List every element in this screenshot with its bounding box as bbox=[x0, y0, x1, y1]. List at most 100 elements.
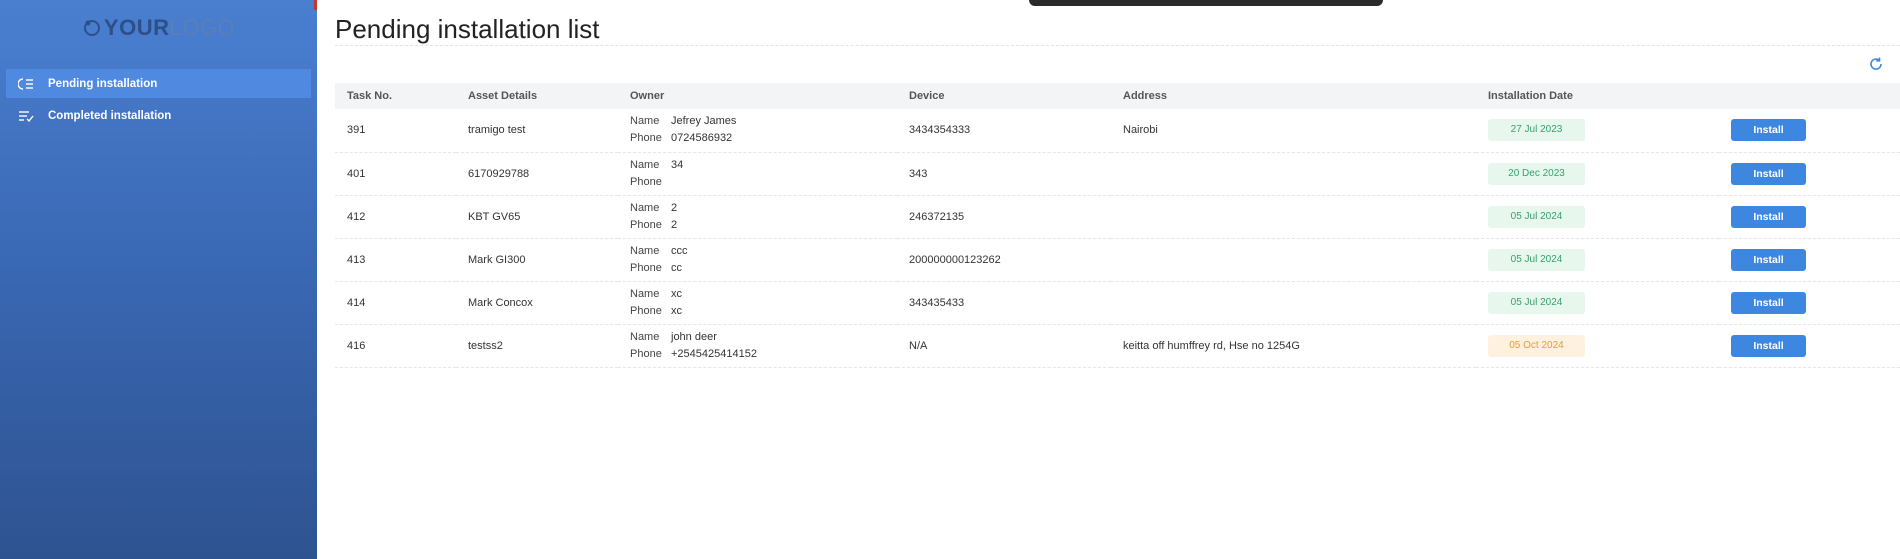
install-button[interactable]: Install bbox=[1731, 248, 1806, 271]
cell-installation-date: 05 Oct 2024 bbox=[1476, 324, 1719, 367]
install-button[interactable]: Install bbox=[1731, 291, 1806, 314]
header-address: Address bbox=[1123, 90, 1168, 102]
date-badge: 05 Jul 2024 bbox=[1488, 291, 1585, 314]
refresh-icon[interactable] bbox=[1868, 56, 1884, 72]
cell-task-no: 401 bbox=[347, 167, 366, 180]
list-pending-icon bbox=[18, 77, 34, 91]
cell-address bbox=[1111, 238, 1476, 281]
owner-phone-label: Phone bbox=[630, 347, 662, 360]
cell-installation-date: 20 Dec 2023 bbox=[1476, 152, 1719, 195]
cell-owner: Name xc Phone xc bbox=[618, 281, 897, 324]
cell-action: Install bbox=[1719, 281, 1900, 324]
cell-asset-details: testss2 bbox=[468, 339, 503, 352]
header-action bbox=[1719, 83, 1900, 109]
table-row: 412 KBT GV65 Name 2 Phone 2 246372135 05 J… bbox=[335, 195, 1900, 238]
cell-device: 343 bbox=[909, 167, 928, 180]
install-button[interactable]: Install bbox=[1731, 334, 1806, 357]
date-badge: 05 Oct 2024 bbox=[1488, 334, 1585, 357]
table-row: 416 testss2 Name john deer Phone +25454254… bbox=[335, 324, 1900, 367]
brand-logo[interactable]: YOUR LOGO bbox=[0, 0, 317, 56]
date-badge: 05 Jul 2024 bbox=[1488, 248, 1585, 271]
cell-task-no: 416 bbox=[347, 339, 366, 352]
owner-name-value: ccc bbox=[671, 244, 688, 257]
table-row: 413 Mark GI300 Name ccc Phone cc 200000000… bbox=[335, 238, 1900, 281]
owner-name-value: 2 bbox=[671, 201, 678, 214]
logo-mark-icon bbox=[83, 20, 100, 36]
owner-name-label: Name bbox=[630, 287, 660, 300]
owner-phone-label: Phone bbox=[630, 132, 662, 145]
cell-action: Install bbox=[1719, 238, 1900, 281]
header-device: Device bbox=[909, 90, 945, 102]
owner-name-label: Name bbox=[630, 115, 660, 128]
sidebar-item-completed-installation[interactable]: Completed installation bbox=[6, 101, 311, 130]
list-check-icon bbox=[18, 109, 34, 123]
header-installation-date: Installation Date bbox=[1488, 90, 1573, 102]
owner-phone-label: Phone bbox=[630, 261, 662, 274]
cell-action: Install bbox=[1719, 195, 1900, 238]
pending-installation-table: Task No. Asset Details Owner Device Addr… bbox=[335, 83, 1900, 368]
table-body: 391 tramigo test Name Jefrey James Phone 0… bbox=[335, 109, 1900, 367]
cell-address bbox=[1111, 195, 1476, 238]
cell-installation-date: 05 Jul 2024 bbox=[1476, 195, 1719, 238]
cell-asset-details: tramigo test bbox=[468, 124, 526, 137]
install-button[interactable]: Install bbox=[1731, 205, 1806, 228]
cell-owner: Name Jefrey James Phone 0724586932 bbox=[618, 109, 897, 152]
logo-text-strong: YOUR bbox=[103, 15, 170, 40]
owner-phone-value: +2545425414152 bbox=[671, 347, 757, 360]
cell-asset-details: Mark GI300 bbox=[468, 253, 526, 266]
owner-name-value: xc bbox=[671, 287, 682, 300]
cell-address: Nairobi bbox=[1123, 124, 1158, 137]
table-row: 391 tramigo test Name Jefrey James Phone 0… bbox=[335, 109, 1900, 152]
sidebar: YOUR LOGO Pending installation Completed… bbox=[0, 0, 317, 559]
cell-device: 246372135 bbox=[909, 210, 965, 223]
cell-asset-details: 6170929788 bbox=[468, 167, 530, 180]
cell-action: Install bbox=[1719, 324, 1900, 367]
cell-installation-date: 05 Jul 2024 bbox=[1476, 238, 1719, 281]
table-row: 401 6170929788 Name 34 Phone 343 20 Dec 2… bbox=[335, 152, 1900, 195]
sidebar-item-label: Completed installation bbox=[48, 109, 172, 122]
cell-action: Install bbox=[1719, 152, 1900, 195]
sidebar-item-label: Pending installation bbox=[48, 77, 158, 90]
owner-phone-label: Phone bbox=[630, 175, 662, 188]
sidebar-nav: Pending installation Completed installat… bbox=[0, 69, 317, 130]
owner-name-value: Jefrey James bbox=[671, 115, 737, 128]
main-content: Pending installation list Task No. Asset… bbox=[317, 0, 1900, 559]
cell-owner: Name 2 Phone 2 bbox=[618, 195, 897, 238]
cell-address: keitta off humffrey rd, Hse no 1254G bbox=[1123, 339, 1300, 352]
date-badge: 05 Jul 2024 bbox=[1488, 205, 1585, 228]
date-badge: 27 Jul 2023 bbox=[1488, 119, 1585, 142]
cell-action: Install bbox=[1719, 109, 1900, 152]
cell-owner: Name 34 Phone bbox=[618, 152, 897, 195]
page-title: Pending installation list bbox=[335, 0, 1900, 46]
cell-device: N/A bbox=[909, 339, 928, 352]
cell-owner: Name ccc Phone cc bbox=[618, 238, 897, 281]
cell-asset-details: Mark Concox bbox=[468, 296, 533, 309]
owner-name-label: Name bbox=[630, 201, 660, 214]
install-button[interactable]: Install bbox=[1731, 119, 1806, 142]
cell-device: 3434354333 bbox=[909, 124, 971, 137]
cell-address bbox=[1111, 281, 1476, 324]
cell-task-no: 391 bbox=[347, 124, 366, 137]
cell-address bbox=[1111, 152, 1476, 195]
logo-text-light: LOGO bbox=[169, 15, 236, 40]
owner-phone-value: 0724586932 bbox=[671, 132, 733, 145]
owner-name-value: john deer bbox=[671, 330, 717, 343]
owner-name-label: Name bbox=[630, 244, 660, 257]
cell-task-no: 412 bbox=[347, 210, 366, 223]
owner-name-value: 34 bbox=[671, 158, 684, 171]
owner-name-label: Name bbox=[630, 330, 660, 343]
owner-phone-label: Phone bbox=[630, 218, 662, 231]
cell-device: 200000000123262 bbox=[909, 253, 1001, 266]
app-root: YOUR LOGO Pending installation Completed… bbox=[0, 0, 1900, 559]
install-button[interactable]: Install bbox=[1731, 162, 1806, 185]
cell-task-no: 413 bbox=[347, 253, 366, 266]
cell-device: 343435433 bbox=[909, 296, 965, 309]
date-badge: 20 Dec 2023 bbox=[1488, 162, 1585, 185]
cell-asset-details: KBT GV65 bbox=[468, 210, 521, 223]
sidebar-item-pending-installation[interactable]: Pending installation bbox=[6, 69, 311, 98]
table-toolbar bbox=[335, 46, 1900, 83]
owner-phone-value: cc bbox=[671, 261, 682, 274]
header-task-no: Task No. bbox=[347, 90, 393, 102]
header-asset-details: Asset Details bbox=[468, 90, 538, 102]
header-owner: Owner bbox=[630, 90, 665, 102]
